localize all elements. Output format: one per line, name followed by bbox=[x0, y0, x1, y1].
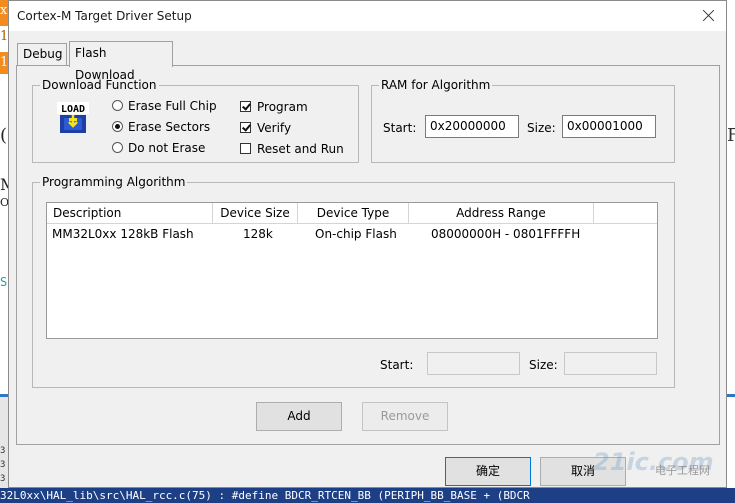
editor-line-number: 3 bbox=[0, 474, 6, 484]
ram-start-input[interactable]: 0x20000000 bbox=[425, 115, 519, 138]
algorithm-size-input[interactable] bbox=[564, 352, 657, 375]
remove-button[interactable]: Remove bbox=[362, 402, 448, 431]
reset-and-run-checkbox[interactable]: Reset and Run bbox=[240, 142, 344, 156]
tab-label: Flash Download bbox=[75, 46, 135, 82]
close-icon[interactable] bbox=[700, 7, 718, 25]
do-not-erase-radio[interactable]: Do not Erase bbox=[112, 141, 205, 155]
load-icon: LOAD bbox=[57, 102, 89, 133]
row-description: MM32L0xx 128kB Flash bbox=[52, 227, 194, 241]
editor-line-number: 3 bbox=[0, 446, 6, 456]
radio-label: Erase Full Chip bbox=[128, 99, 217, 113]
tab-debug[interactable]: Debug bbox=[17, 43, 67, 65]
list-header: Description Device Size Device Type Addr… bbox=[47, 203, 657, 224]
checkbox-indicator bbox=[240, 143, 251, 154]
programming-algorithm-legend: Programming Algorithm bbox=[40, 175, 188, 189]
editor-char: x bbox=[0, 3, 8, 18]
ok-button[interactable]: 确定 bbox=[445, 457, 531, 486]
program-checkbox[interactable]: Program bbox=[240, 100, 308, 114]
title-bar[interactable]: Cortex-M Target Driver Setup bbox=[9, 1, 726, 31]
flash-download-panel: Download Function Erase Full Chip Erase … bbox=[16, 65, 720, 445]
editor-line-number: 3 bbox=[0, 460, 6, 470]
checkbox-indicator bbox=[240, 101, 251, 112]
checkbox-indicator bbox=[240, 122, 251, 133]
radio-indicator bbox=[112, 121, 123, 132]
editor-char: F bbox=[727, 125, 735, 146]
tab-flash-download[interactable]: Flash Download bbox=[69, 41, 173, 82]
radio-label: Do not Erase bbox=[128, 141, 206, 155]
load-icon-text: LOAD bbox=[61, 104, 85, 115]
algorithm-start-input[interactable] bbox=[427, 352, 520, 375]
add-button[interactable]: Add bbox=[256, 402, 342, 431]
column-device-type[interactable]: Device Type bbox=[298, 203, 409, 223]
algorithm-list[interactable]: Description Device Size Device Type Addr… bbox=[46, 202, 658, 339]
window-title: Cortex-M Target Driver Setup bbox=[17, 9, 192, 23]
editor-char: S bbox=[0, 275, 8, 289]
ram-for-algorithm-legend: RAM for Algorithm bbox=[379, 78, 493, 92]
row-device-size: 128k bbox=[243, 227, 273, 241]
column-description[interactable]: Description bbox=[47, 203, 213, 223]
build-output-text: 32L0xx\HAL_lib\src\HAL_rcc.c(75) : #defi… bbox=[0, 489, 530, 502]
checkbox-label: Verify bbox=[257, 121, 292, 135]
radio-label: Erase Sectors bbox=[128, 120, 211, 134]
target-driver-setup-dialog: Cortex-M Target Driver Setup Debug Flash… bbox=[8, 0, 727, 488]
column-address-range[interactable]: Address Range bbox=[409, 203, 594, 223]
row-address-range: 08000000H - 0801FFFFH bbox=[431, 227, 581, 241]
algorithm-start-label: Start: bbox=[380, 358, 414, 372]
checkbox-label: Program bbox=[257, 100, 308, 114]
ram-size-label: Size: bbox=[527, 121, 556, 135]
ram-start-label: Start: bbox=[383, 121, 417, 135]
cancel-button[interactable]: 取消 bbox=[540, 457, 626, 486]
row-device-type: On-chip Flash bbox=[315, 227, 397, 241]
radio-indicator bbox=[112, 142, 123, 153]
tab-label: Debug bbox=[23, 47, 63, 61]
column-device-size[interactable]: Device Size bbox=[213, 203, 298, 223]
erase-sectors-radio[interactable]: Erase Sectors bbox=[112, 120, 210, 134]
algorithm-size-label: Size: bbox=[529, 358, 558, 372]
erase-full-chip-radio[interactable]: Erase Full Chip bbox=[112, 99, 217, 113]
verify-checkbox[interactable]: Verify bbox=[240, 121, 291, 135]
ram-size-input[interactable]: 0x00001000 bbox=[562, 115, 656, 138]
radio-indicator bbox=[112, 100, 123, 111]
editor-char: ( bbox=[0, 125, 8, 146]
checkbox-label: Reset and Run bbox=[257, 142, 344, 156]
